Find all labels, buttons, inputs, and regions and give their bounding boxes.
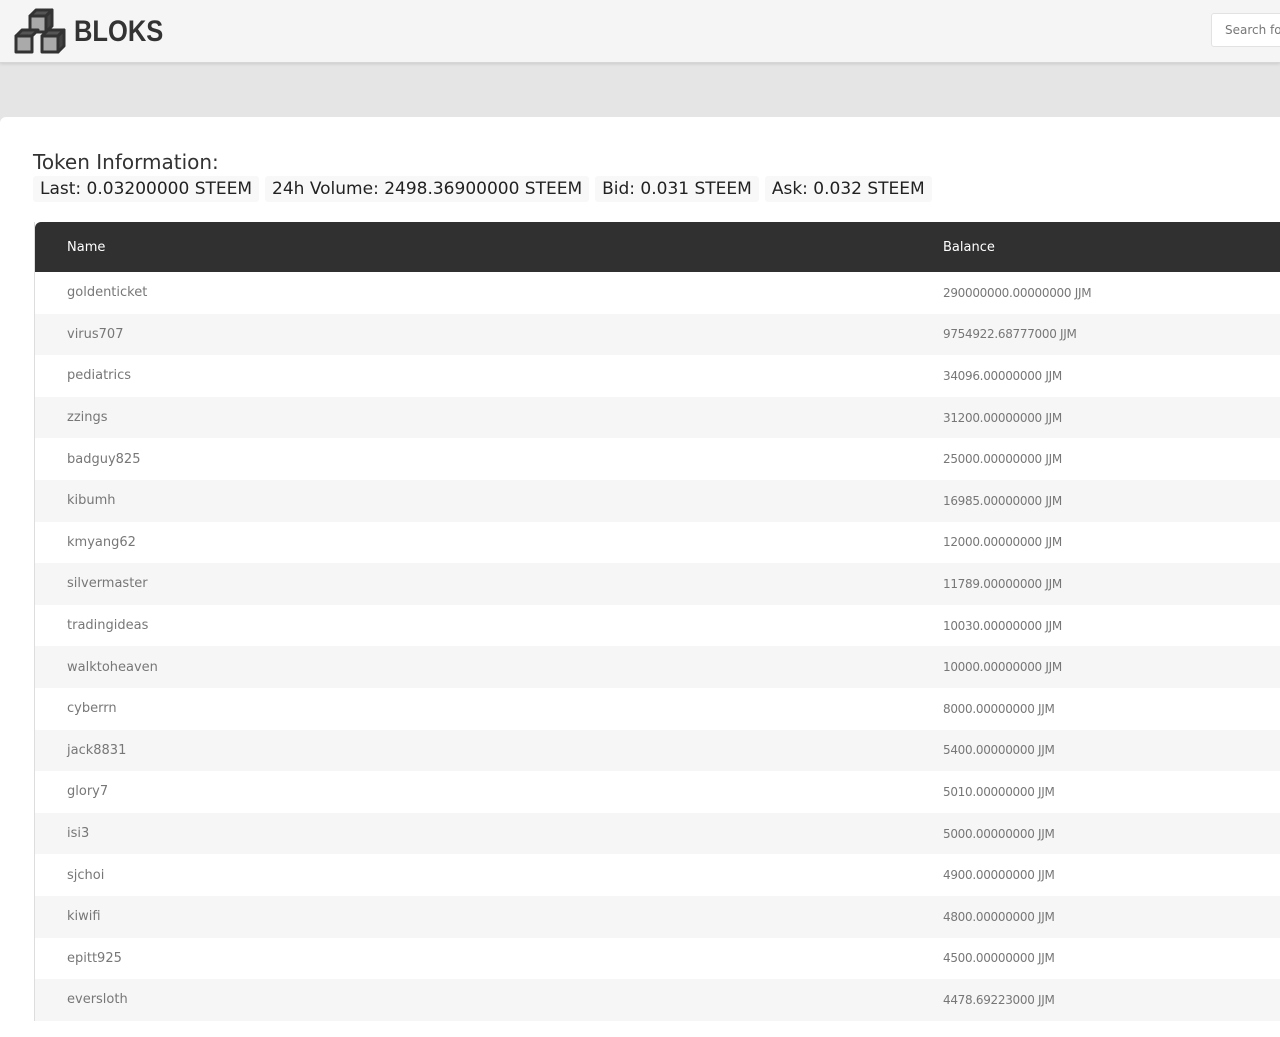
content-card: Token Information: Last: 0.03200000 STEE…	[0, 117, 1280, 1037]
top-navbar: BLOKS	[0, 0, 1280, 63]
table-row: silvermaster 11789.00000000 JJM	[35, 563, 1280, 605]
volume-24h: 24h Volume: 2498.36900000 STEEM	[265, 176, 590, 202]
table-row: goldenticket 290000000.00000000 JJM	[35, 272, 1280, 314]
holder-name[interactable]: zzings	[35, 410, 943, 425]
holder-balance: 5000.00000000 JJM	[943, 826, 1055, 841]
holder-balance: 4478.69223000 JJM	[943, 992, 1055, 1007]
bid-price: Bid: 0.031 STEEM	[595, 176, 759, 202]
blocks-logo-icon	[14, 8, 66, 54]
table-row: kibumh 16985.00000000 JJM	[35, 479, 1280, 522]
table-row: eversloth 4478.69223000 JJM	[35, 979, 1280, 1021]
holder-balance: 34096.00000000 JJM	[943, 368, 1062, 383]
table-body: goldenticket 290000000.00000000 JJM virus7…	[35, 272, 1280, 1021]
holder-name[interactable]: epitt925	[35, 951, 943, 966]
holder-name[interactable]: tradingideas	[35, 618, 943, 633]
table-row: cyberrn 8000.00000000 JJM	[35, 688, 1280, 730]
table-row: sjchoi 4900.00000000 JJM	[35, 854, 1280, 896]
table-row: isi3 5000.00000000 JJM	[35, 812, 1280, 855]
logo[interactable]: BLOKS	[14, 8, 179, 56]
holder-name[interactable]: virus707	[35, 327, 943, 342]
holder-balance: 31200.00000000 JJM	[943, 410, 1062, 425]
holder-balance: 5400.00000000 JJM	[943, 743, 1055, 758]
holder-balance: 4500.00000000 JJM	[943, 951, 1055, 966]
holder-name[interactable]: walktoheaven	[35, 660, 943, 675]
holder-balance: 16985.00000000 JJM	[943, 493, 1062, 508]
holder-balance: 4800.00000000 JJM	[943, 909, 1055, 924]
holder-name[interactable]: eversloth	[35, 992, 943, 1007]
table-row: tradingideas 10030.00000000 JJM	[35, 605, 1280, 647]
table-header: Name Balance	[35, 222, 1280, 272]
holder-name[interactable]: goldenticket	[35, 285, 943, 300]
table-row: jack8831 5400.00000000 JJM	[35, 729, 1280, 772]
holder-balance: 9754922.68777000 JJM	[943, 327, 1077, 342]
holder-balance: 10000.00000000 JJM	[943, 660, 1062, 675]
table-row: walktoheaven 10000.00000000 JJM	[35, 646, 1280, 688]
table-row: badguy825 25000.00000000 JJM	[35, 438, 1280, 480]
holder-name[interactable]: silvermaster	[35, 576, 943, 591]
token-info-title: Token Information:	[33, 150, 219, 174]
holder-balance: 25000.00000000 JJM	[943, 452, 1062, 467]
logo-text: BLOKS	[74, 15, 164, 48]
holder-balance: 11789.00000000 JJM	[943, 576, 1062, 591]
table-row: pediatrics 34096.00000000 JJM	[35, 355, 1280, 397]
column-header-name[interactable]: Name	[35, 240, 943, 255]
last-price: Last: 0.03200000 STEEM	[33, 176, 260, 202]
holder-name[interactable]: badguy825	[35, 452, 943, 467]
holder-name[interactable]: jack8831	[35, 743, 943, 758]
table-row: virus707 9754922.68777000 JJM	[35, 313, 1280, 356]
table-row: glory7 5010.00000000 JJM	[35, 771, 1280, 813]
holder-balance: 290000000.00000000 JJM	[943, 285, 1092, 300]
holder-name[interactable]: isi3	[35, 826, 943, 841]
holder-name[interactable]: sjchoi	[35, 868, 943, 883]
holder-balance: 4900.00000000 JJM	[943, 868, 1055, 883]
column-header-balance[interactable]: Balance	[943, 240, 1280, 255]
holder-name[interactable]: kiwifi	[35, 909, 943, 924]
token-info-stats: Last: 0.03200000 STEEM 24h Volume: 2498.…	[33, 176, 932, 202]
holder-name[interactable]: glory7	[35, 784, 943, 799]
holder-name[interactable]: kmyang62	[35, 535, 943, 550]
table-row: kiwifi 4800.00000000 JJM	[35, 895, 1280, 938]
holder-balance: 12000.00000000 JJM	[943, 535, 1062, 550]
holder-name[interactable]: kibumh	[35, 493, 943, 508]
holder-name[interactable]: cyberrn	[35, 701, 943, 716]
table-row: epitt925 4500.00000000 JJM	[35, 938, 1280, 980]
holders-table: Name Balance goldenticket 290000000.00000…	[34, 222, 1280, 1021]
holder-balance: 10030.00000000 JJM	[943, 618, 1062, 633]
table-row: kmyang62 12000.00000000 JJM	[35, 522, 1280, 564]
table-row: zzings 31200.00000000 JJM	[35, 396, 1280, 439]
holder-balance: 8000.00000000 JJM	[943, 701, 1055, 716]
ask-price: Ask: 0.032 STEEM	[764, 176, 932, 202]
holder-name[interactable]: pediatrics	[35, 368, 943, 383]
holder-balance: 5010.00000000 JJM	[943, 784, 1055, 799]
search-input[interactable]	[1211, 13, 1280, 47]
